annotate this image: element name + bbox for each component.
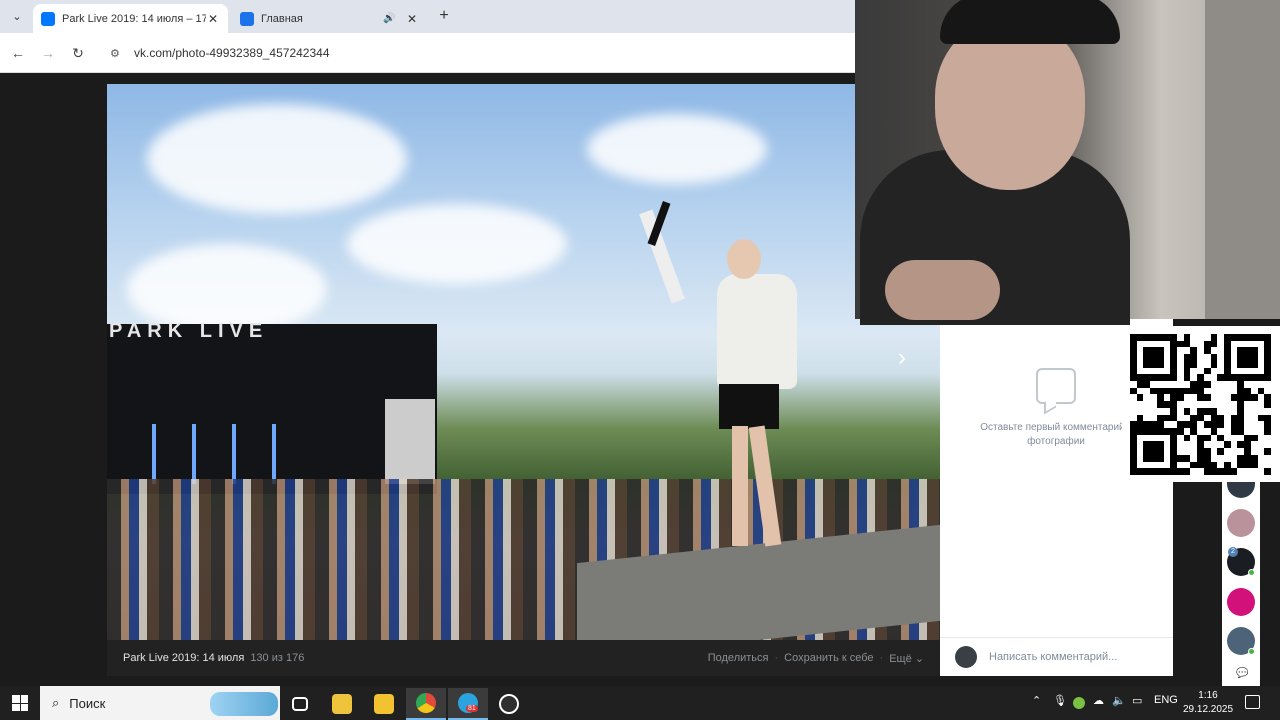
stage-banner: PARK LIVE bbox=[109, 320, 269, 342]
singer-head bbox=[727, 239, 761, 279]
network-icon[interactable]: ▭ bbox=[1132, 694, 1142, 707]
language-indicator[interactable]: ENG bbox=[1154, 694, 1178, 706]
task-view-icon[interactable] bbox=[280, 688, 320, 720]
obs-icon[interactable] bbox=[489, 688, 529, 720]
tab-vk-photo[interactable]: Park Live 2019: 14 июля – 176 ф ✕ bbox=[33, 4, 228, 33]
chat-bubble-icon[interactable]: 💬 bbox=[1236, 668, 1248, 679]
friend-avatar[interactable] bbox=[1227, 588, 1255, 616]
chevron-down-icon: ⌄ bbox=[914, 652, 924, 665]
back-arrow-icon[interactable]: ← bbox=[7, 42, 29, 64]
stage-light bbox=[232, 424, 236, 484]
volume-icon[interactable]: 🔈 bbox=[1112, 694, 1126, 707]
stage-light bbox=[272, 424, 276, 484]
stage-light bbox=[152, 424, 156, 484]
save-button[interactable]: Сохранить к себе bbox=[784, 652, 873, 665]
separator: · bbox=[774, 651, 779, 664]
telegram-unread-badge: 81 bbox=[466, 705, 478, 712]
chevron-up-icon[interactable]: ⌃ bbox=[1032, 694, 1041, 707]
microphone-icon[interactable]: 🎙 bbox=[1053, 694, 1067, 707]
stage-light bbox=[192, 424, 196, 484]
webcam-background-door bbox=[1205, 0, 1280, 319]
nvidia-icon[interactable] bbox=[1073, 697, 1085, 709]
system-clock[interactable]: 1:16 29.12.2025 bbox=[1183, 689, 1233, 717]
search-icon: ⌕ bbox=[52, 695, 60, 710]
separator: · bbox=[879, 651, 884, 664]
cloud bbox=[587, 114, 767, 184]
forward-arrow-icon[interactable]: → bbox=[37, 42, 59, 64]
search-placeholder: Поиск bbox=[69, 695, 106, 711]
album-title-link[interactable]: Park Live 2019: 14 июля bbox=[123, 652, 244, 664]
friend-avatar[interactable] bbox=[1227, 509, 1255, 537]
reload-icon[interactable]: ↻ bbox=[67, 42, 89, 64]
comment-input-row[interactable]: Написать комментарий... bbox=[940, 637, 1173, 676]
more-button[interactable]: Ещё ⌄ bbox=[889, 652, 924, 665]
unread-badge: 2 bbox=[1228, 547, 1238, 557]
address-bar[interactable]: ⚙ vk.com/photo-49932389_457242344 bbox=[102, 40, 850, 66]
comments-empty-icon bbox=[1036, 368, 1076, 404]
clock-date: 29.12.2025 bbox=[1183, 704, 1234, 715]
cloud-icon[interactable]: ☁ bbox=[1093, 694, 1104, 707]
file-explorer-icon[interactable] bbox=[364, 688, 404, 720]
site-settings-icon[interactable]: ⚙ bbox=[110, 47, 124, 60]
close-tab-icon[interactable]: ✕ bbox=[405, 12, 419, 26]
comment-input[interactable]: Написать комментарий... bbox=[989, 651, 1117, 663]
tab-favicon-icon bbox=[240, 11, 254, 26]
next-photo-arrow-icon[interactable]: › bbox=[898, 344, 906, 372]
webcam-person-face bbox=[935, 20, 1085, 190]
new-tab-button[interactable]: + bbox=[434, 6, 454, 26]
vk-favicon-icon bbox=[41, 11, 55, 26]
cloud bbox=[347, 204, 567, 284]
photo-counter: 130 из 176 bbox=[250, 652, 305, 664]
chrome-icon[interactable] bbox=[406, 688, 446, 720]
photo-footer: Park Live 2019: 14 июля 130 из 176 Подел… bbox=[107, 640, 940, 676]
telegram-icon[interactable] bbox=[448, 688, 488, 720]
tab-title: Главная bbox=[261, 12, 303, 25]
speaker-icon[interactable]: 🔊 bbox=[383, 13, 397, 24]
share-button[interactable]: Поделиться bbox=[708, 652, 769, 665]
tab-home[interactable]: Главная 🔊 ✕ bbox=[232, 4, 427, 33]
tab-title: Park Live 2019: 14 июля – 176 ф bbox=[62, 12, 206, 25]
tab-search-chevron-icon[interactable]: ⌄ bbox=[6, 7, 28, 27]
store-icon[interactable] bbox=[322, 688, 362, 720]
url-text: vk.com/photo-49932389_457242344 bbox=[134, 46, 330, 60]
more-label: Ещё bbox=[889, 652, 912, 665]
notifications-icon[interactable] bbox=[1245, 695, 1260, 709]
search-highlight-art bbox=[210, 692, 278, 716]
avatar bbox=[955, 646, 977, 668]
windows-start-icon[interactable] bbox=[12, 695, 28, 711]
online-indicator bbox=[1248, 648, 1255, 655]
cloud bbox=[147, 104, 407, 214]
close-tab-icon[interactable]: ✕ bbox=[206, 12, 220, 26]
photo-actions: Поделиться · Сохранить к себе · Ещё ⌄ bbox=[708, 652, 924, 665]
webcam-person-cap bbox=[940, 0, 1120, 44]
qr-code bbox=[1130, 334, 1271, 475]
online-indicator bbox=[1248, 569, 1255, 576]
singer-body bbox=[717, 274, 797, 389]
webcam-person-hand bbox=[885, 260, 1000, 320]
clock-time: 1:16 bbox=[1198, 690, 1218, 701]
singer-leg bbox=[732, 426, 748, 546]
concert-photo[interactable]: PARK LIVE bbox=[107, 84, 940, 640]
singer-shorts bbox=[719, 384, 779, 429]
stage-screen bbox=[385, 399, 435, 484]
